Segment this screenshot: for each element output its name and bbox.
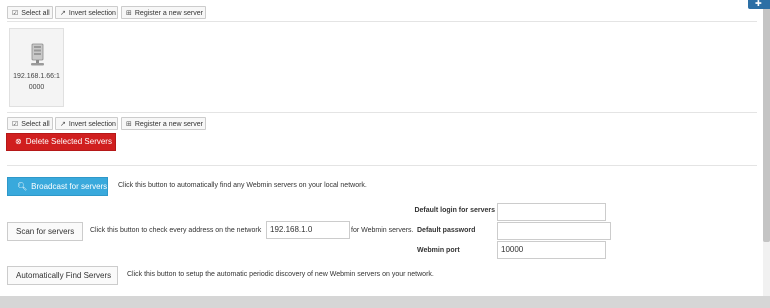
external-link-icon: ↗ xyxy=(60,120,66,128)
invert-selection-button-top[interactable]: ↗ Invert selection xyxy=(55,6,118,19)
network-field[interactable]: 192.168.1.0 xyxy=(266,221,350,239)
external-link-icon: ↗ xyxy=(60,9,66,17)
select-all-label: Select all xyxy=(21,10,50,17)
main-panel: ☑ Select all ↗ Invert selection ⊞ Register … xyxy=(0,0,763,296)
default-login-field[interactable] xyxy=(497,203,606,221)
scan-description: Click this button to check every address… xyxy=(90,227,262,234)
divider xyxy=(7,112,757,113)
check-square-icon: ☑ xyxy=(12,120,19,128)
divider xyxy=(7,165,757,166)
server-label: 192.168.1.66:10000 xyxy=(13,73,60,91)
default-login-label: Default login for servers xyxy=(414,207,495,214)
invert-selection-label: Invert selection xyxy=(68,10,116,17)
invert-selection-button-bottom[interactable]: ↗ Invert selection xyxy=(55,117,118,130)
scan-description-suffix: for Webmin servers. xyxy=(351,227,414,234)
default-password-label: Default password xyxy=(417,227,476,234)
search-icon: 🔍︎ xyxy=(17,182,28,191)
plus-square-icon: ⊞ xyxy=(126,9,132,17)
scrollbar-thumb[interactable] xyxy=(763,2,770,242)
register-server-label: Register a new server xyxy=(134,10,203,17)
automatically-find-servers-button[interactable]: Automatically Find Servers xyxy=(7,266,118,285)
bottom-scrollbar xyxy=(0,296,770,308)
divider xyxy=(7,21,757,22)
default-password-field[interactable] xyxy=(497,222,611,240)
plus-square-icon: ⊞ xyxy=(126,120,132,128)
register-server-button-top[interactable]: ⊞ Register a new server xyxy=(121,6,206,19)
auto-find-description: Click this button to setup the automatic… xyxy=(127,271,434,278)
broadcast-description: Click this button to automatically find … xyxy=(118,182,367,189)
server-tile[interactable]: 192.168.1.66:10000 xyxy=(9,28,64,107)
auto-find-label: Automatically Find Servers xyxy=(16,271,112,280)
delete-selected-servers-button[interactable]: ⊗ Delete Selected Servers xyxy=(6,133,116,151)
times-circle-icon: ⊗ xyxy=(15,137,22,146)
check-square-icon: ☑ xyxy=(12,9,19,17)
register-server-button-bottom[interactable]: ⊞ Register a new server xyxy=(121,117,206,130)
invert-selection-label: Invert selection xyxy=(68,121,116,128)
select-all-button-top[interactable]: ☑ Select all xyxy=(7,6,53,19)
select-all-label: Select all xyxy=(21,121,50,128)
scan-label: Scan for servers xyxy=(16,227,75,236)
settings-tab[interactable]: ✚ xyxy=(748,0,770,9)
register-server-label: Register a new server xyxy=(134,121,203,128)
broadcast-label: Broadcast for servers xyxy=(31,182,108,191)
server-icon xyxy=(31,43,44,66)
scan-for-servers-button[interactable]: Scan for servers xyxy=(7,222,83,241)
gear-icon: ✚ xyxy=(755,0,762,8)
webmin-port-label: Webmin port xyxy=(417,247,460,254)
delete-label: Delete Selected Servers xyxy=(25,137,112,146)
webmin-port-field[interactable]: 10000 xyxy=(497,241,606,259)
broadcast-for-servers-button[interactable]: 🔍︎ Broadcast for servers xyxy=(7,177,108,196)
select-all-button-bottom[interactable]: ☑ Select all xyxy=(7,117,53,130)
